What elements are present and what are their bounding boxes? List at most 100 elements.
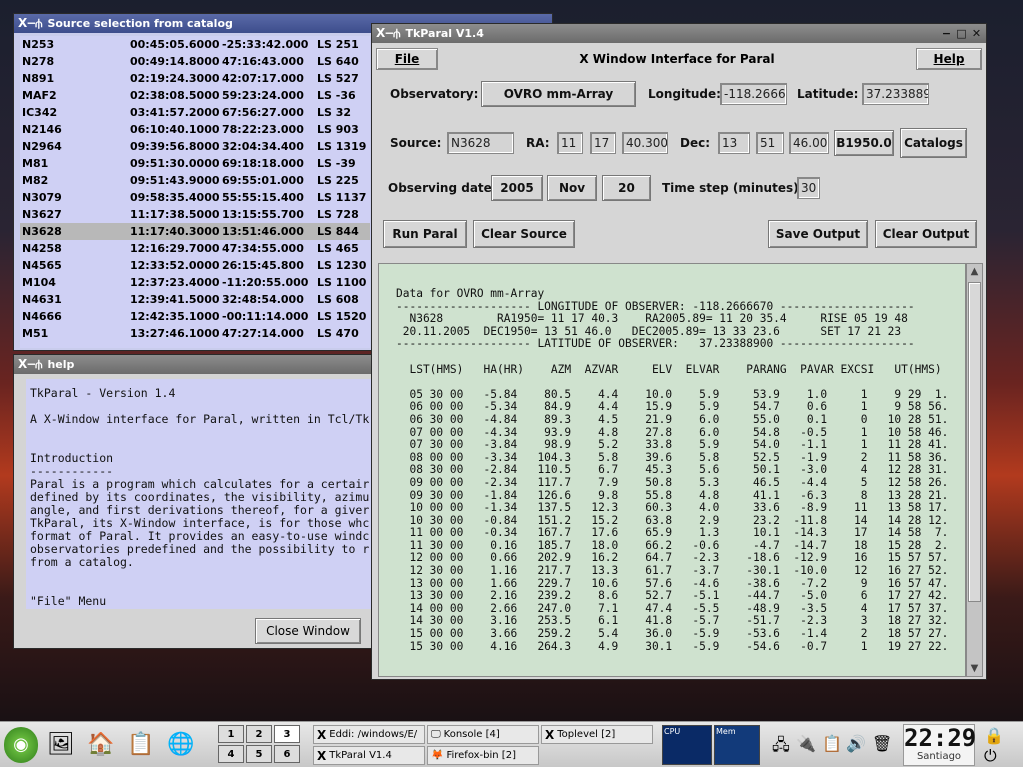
klipper-icon[interactable]: 📋	[822, 734, 842, 753]
clipboard-icon[interactable]: 📋	[124, 727, 158, 763]
catalog-ra: 03:41:57.2000	[130, 106, 220, 119]
run-paral-button[interactable]: Run Paral	[383, 220, 467, 248]
catalog-ls: LS -36	[317, 89, 356, 102]
catalog-row[interactable]: IC342 03:41:57.2000 67:56:27.000 LS 32	[20, 104, 370, 121]
clock-time: 22:29	[904, 724, 977, 752]
catalog-ls: LS 251	[317, 38, 359, 51]
catalog-source-name: N3628	[22, 225, 62, 238]
logout-icon[interactable]: ⏻	[984, 746, 997, 766]
catalog-ls: LS 728	[317, 208, 359, 221]
catalog-row[interactable]: N2964 09:39:56.8000 32:04:34.400 LS 1319	[20, 138, 370, 155]
catalog-ra: 12:16:29.7000	[130, 242, 220, 255]
output-text[interactable]: Data for OVRO mm-Array -----------------…	[378, 263, 966, 677]
catalog-ra: 09:51:30.0000	[130, 157, 220, 170]
scroll-up-icon[interactable]: ▲	[967, 264, 982, 279]
catalog-ls: LS 640	[317, 55, 359, 68]
catalog-row[interactable]: M81 09:51:30.0000 69:18:18.000 LS -39	[20, 155, 370, 172]
observatory-select[interactable]: OVRO mm-Array	[481, 81, 636, 107]
longitude-input[interactable]: -118.26666	[720, 83, 787, 105]
epoch-button[interactable]: B1950.0	[834, 130, 894, 156]
browser-icon[interactable]: 🌐	[164, 727, 198, 763]
time-step-label: Time step (minutes):	[662, 181, 804, 195]
catalog-row[interactable]: N4631 12:39:41.5000 32:48:54.000 LS 608	[20, 291, 370, 308]
catalog-row[interactable]: MAF2 02:38:08.5000 59:23:24.000 LS -36	[20, 87, 370, 104]
catalog-row[interactable]: N4258 12:16:29.7000 47:34:55.000 LS 465	[20, 240, 370, 257]
task-firefox[interactable]: 🦊 Firefox-bin [2]	[427, 746, 539, 765]
scroll-down-icon[interactable]: ▼	[967, 661, 982, 676]
date-day-button[interactable]: 20	[602, 175, 651, 201]
desktop-icon[interactable]: 🖼	[44, 727, 78, 763]
catalog-row[interactable]: N4666 12:42:35.1000 -00:11:14.000 LS 1520	[20, 308, 370, 325]
catalog-row[interactable]: N278 00:49:14.8000 47:16:43.000 LS 640	[20, 53, 370, 70]
catalog-row[interactable]: N891 02:19:24.3000 42:07:17.000 LS 527	[20, 70, 370, 87]
catalogs-button[interactable]: Catalogs	[900, 128, 967, 158]
catalog-row[interactable]: N4565 12:33:52.0000 26:15:45.800 LS 1230	[20, 257, 370, 274]
scroll-thumb[interactable]	[968, 282, 981, 602]
maximize-icon[interactable]: □	[955, 27, 968, 40]
file-menu-button[interactable]: File	[376, 48, 438, 70]
latitude-input[interactable]: 37.233889	[862, 83, 929, 105]
catalog-source-name: M104	[22, 276, 56, 289]
clear-output-button[interactable]: Clear Output	[875, 220, 977, 248]
dec-seconds-input[interactable]: 46.000	[789, 132, 829, 154]
time-step-input[interactable]: 30	[797, 177, 820, 199]
x-logo-icon: X−⫛	[18, 357, 42, 371]
save-output-button[interactable]: Save Output	[768, 220, 868, 248]
suse-menu-icon[interactable]: ◉	[4, 726, 38, 763]
catalog-ra: 12:33:52.0000	[130, 259, 220, 272]
help-menu-button[interactable]: Help	[916, 48, 982, 70]
catalog-list[interactable]: N253 00:45:05.6000 -25:33:42.000 LS 251 N278…	[20, 36, 370, 348]
catalog-row[interactable]: N3079 09:58:35.4000 55:55:15.400 LS 1137	[20, 189, 370, 206]
lock-screen-icon[interactable]: 🔒	[984, 726, 1004, 745]
task-konsole[interactable]: 🖵 Konsole [4]	[427, 725, 539, 744]
close-window-button[interactable]: Close Window	[255, 618, 361, 644]
dec-degrees-input[interactable]: 13	[718, 132, 750, 154]
trash-icon[interactable]: 🗑	[872, 734, 892, 753]
plug-icon[interactable]: 🔌	[796, 734, 816, 753]
catalog-dec: 42:07:17.000	[222, 72, 304, 85]
task-tkparal[interactable]: X TkParal V1.4	[313, 746, 425, 765]
close-icon[interactable]: ✕	[970, 27, 983, 40]
catalog-dec: 67:56:27.000	[222, 106, 304, 119]
help-titlebar[interactable]: X−⫛ help	[14, 355, 372, 374]
ra-seconds-input[interactable]: 40.3000	[622, 132, 668, 154]
tkparal-titlebar[interactable]: X−⫛ TkParal V1.4 − □ ✕	[372, 24, 986, 43]
date-month-button[interactable]: Nov	[547, 175, 597, 201]
ra-minutes-input[interactable]: 17	[590, 132, 616, 154]
desktop-pager: 1 2 3 4 5 6	[218, 725, 302, 765]
pager-desktop-5[interactable]: 5	[246, 745, 272, 763]
catalog-row[interactable]: M82 09:51:43.9000 69:55:01.000 LS 225	[20, 172, 370, 189]
catalog-row[interactable]: N2146 06:10:40.1000 78:22:23.000 LS 903	[20, 121, 370, 138]
clock[interactable]: 22:29 Santiago	[903, 724, 977, 766]
date-year-button[interactable]: 2005	[491, 175, 543, 201]
home-icon[interactable]: 🏠	[84, 727, 118, 763]
output-scrollbar[interactable]: ▲ ▼	[966, 263, 983, 677]
catalog-ls: LS 32	[317, 106, 352, 119]
catalog-row[interactable]: M104 12:37:23.4000 -11:20:55.000 LS 1100	[20, 274, 370, 291]
pager-desktop-1[interactable]: 1	[218, 725, 244, 743]
pager-desktop-4[interactable]: 4	[218, 745, 244, 763]
catalog-dec: 78:22:23.000	[222, 123, 304, 136]
catalog-row[interactable]: N3627 11:17:38.5000 13:15:55.700 LS 728	[20, 206, 370, 223]
network-icon[interactable]: 🖧	[772, 734, 790, 761]
pager-desktop-2[interactable]: 2	[246, 725, 272, 743]
x-logo-icon: X	[545, 727, 555, 742]
volume-icon[interactable]: 🔊	[846, 734, 866, 753]
clear-source-button[interactable]: Clear Source	[473, 220, 575, 248]
pager-desktop-6[interactable]: 6	[274, 745, 300, 763]
catalog-row[interactable]: M51 13:27:46.1000 47:27:14.000 LS 470	[20, 325, 370, 342]
minimize-icon[interactable]: −	[940, 27, 953, 40]
catalog-row[interactable]: N253 00:45:05.6000 -25:33:42.000 LS 251	[20, 36, 370, 53]
catalog-source-name: N3627	[22, 208, 62, 221]
tkparal-title: TkParal V1.4	[405, 27, 484, 40]
task-toplevel[interactable]: X Toplevel [2]	[541, 725, 653, 744]
source-input[interactable]: N3628	[447, 132, 514, 154]
ra-hours-input[interactable]: 11	[557, 132, 583, 154]
task-eddi[interactable]: X Eddi: /windows/E/	[313, 725, 425, 744]
catalog-row[interactable]: N3628 11:17:40.3000 13:51:46.000 LS 844	[20, 223, 370, 240]
help-window: X−⫛ help TkParal - Version 1.4 A X-Windo…	[13, 354, 373, 649]
dec-minutes-input[interactable]: 51	[756, 132, 784, 154]
pager-desktop-3[interactable]: 3	[274, 725, 300, 743]
tkparal-window: X−⫛ TkParal V1.4 − □ ✕ File X Window Int…	[371, 23, 987, 680]
catalog-dec: 69:55:01.000	[222, 174, 304, 187]
